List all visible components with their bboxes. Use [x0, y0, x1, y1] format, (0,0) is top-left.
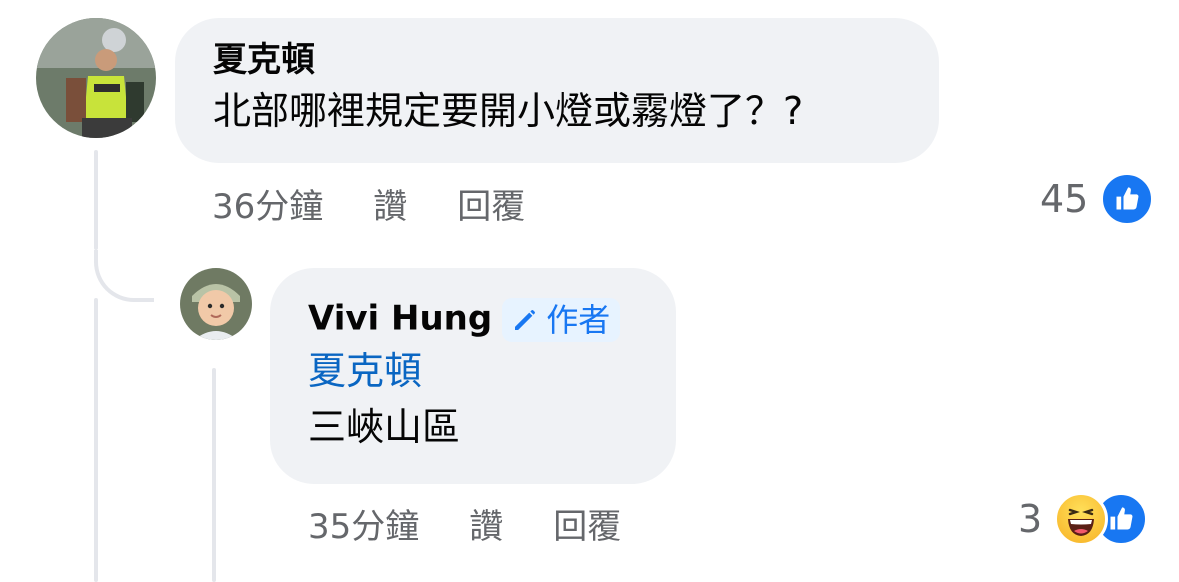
reply-timestamp[interactable]: 35分鐘: [308, 499, 419, 548]
reply-mention[interactable]: 夏克頓: [308, 348, 676, 394]
comment-timestamp[interactable]: 36分鐘: [212, 179, 323, 228]
comment-like-button[interactable]: 讚: [373, 179, 407, 228]
comment-reactions[interactable]: 45: [1040, 172, 1155, 226]
reply-like-button[interactable]: 讚: [469, 499, 503, 548]
reply-author-name[interactable]: Vivi Hung: [308, 299, 492, 339]
reply-bubble: Vivi Hung 作者 夏克頓 三峽山區: [270, 268, 676, 484]
comment-actions: 36分鐘 讚 回覆: [212, 179, 575, 228]
thread-connector-curve: [94, 250, 154, 302]
thread-line-reply: [212, 368, 216, 582]
avatar-reply-author-image: [180, 268, 252, 340]
like-icon: [1100, 172, 1155, 226]
pencil-icon: [515, 310, 536, 330]
comment-text: 北部哪裡規定要開小燈或霧燈了？?: [213, 89, 804, 133]
comment-bubble: 夏克頓 北部哪裡規定要開小燈或霧燈了？?: [175, 18, 939, 163]
reply-author-row: Vivi Hung 作者: [308, 298, 676, 342]
avatar-commenter-image: [36, 18, 156, 138]
reply-actions: 35分鐘 讚 回覆: [308, 499, 671, 548]
author-badge: 作者: [502, 298, 621, 342]
avatar-reply-author[interactable]: [180, 268, 252, 340]
comment-reaction-count: 45: [1040, 177, 1089, 221]
reply-reactions[interactable]: 3: [1018, 492, 1149, 546]
reply-reply-button[interactable]: 回覆: [553, 499, 621, 548]
thread-line-main-lower: [94, 298, 98, 582]
reply-text: 三峽山區: [308, 405, 461, 449]
comment-author-name[interactable]: 夏克頓: [213, 40, 939, 80]
author-badge-label: 作者: [546, 301, 611, 339]
comment-reply-button[interactable]: 回覆: [457, 179, 525, 228]
haha-icon: [1054, 492, 1109, 546]
avatar-commenter[interactable]: [36, 18, 156, 138]
thread-line-main: [94, 150, 98, 250]
reply-reaction-count: 3: [1018, 497, 1043, 541]
